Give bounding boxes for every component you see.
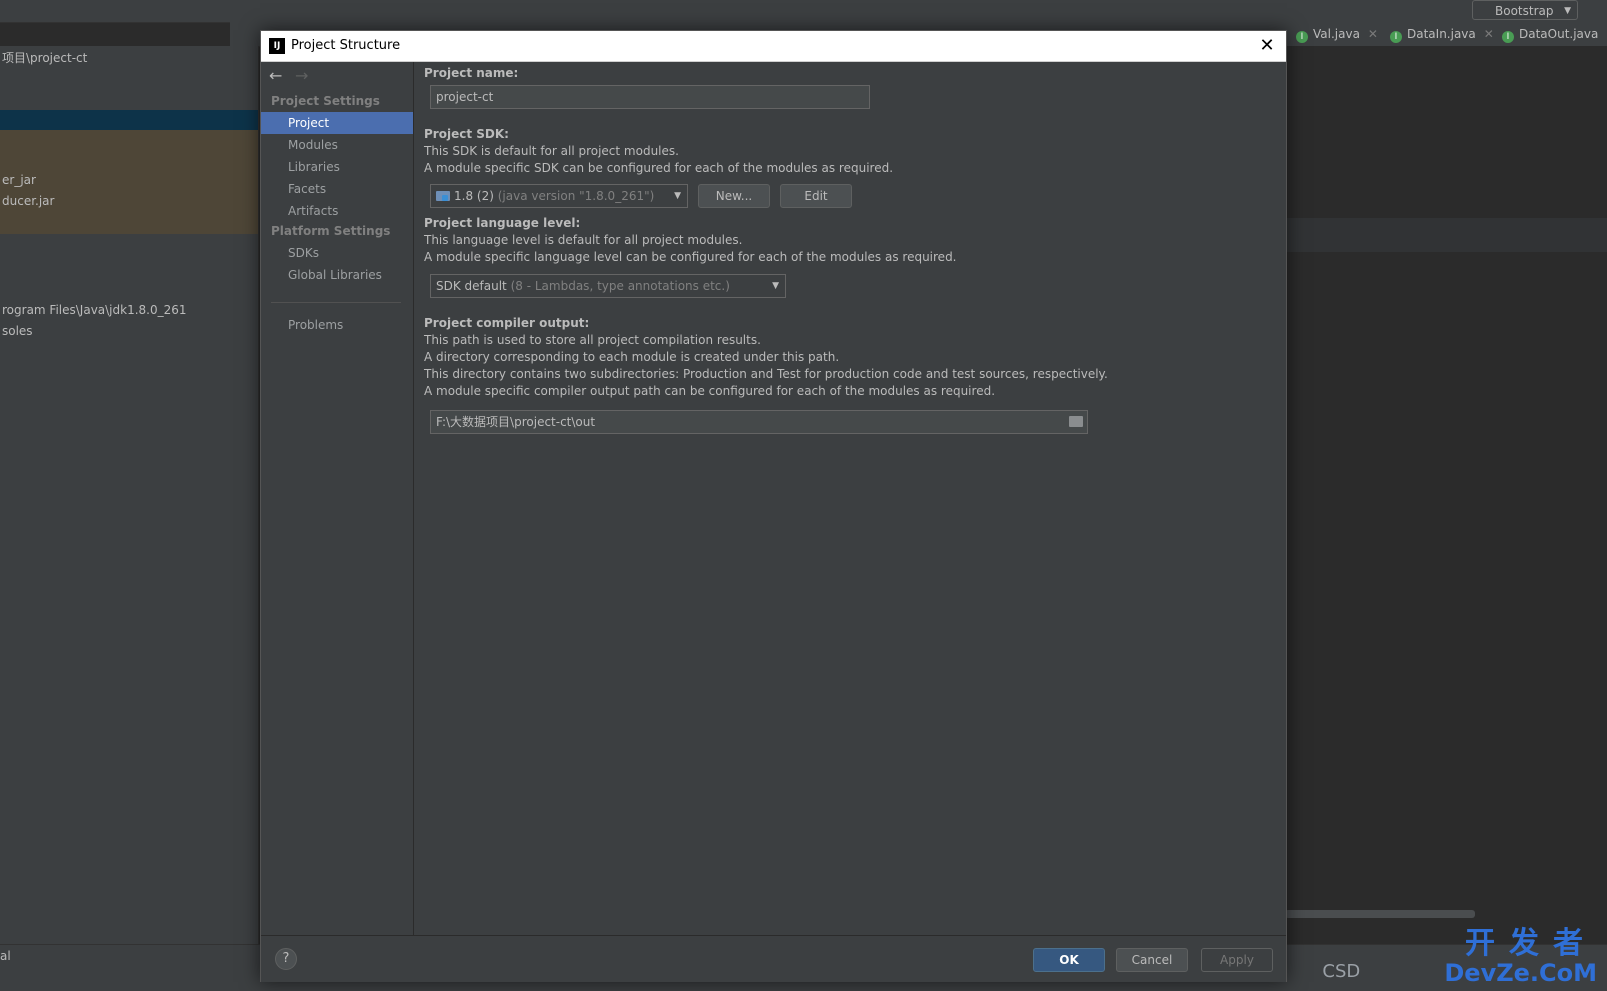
nav-arrows: ← → [269,66,321,85]
run-configuration-select[interactable]: Bootstrap ▼ [1472,0,1578,20]
tree-row[interactable]: 项目\project-ct [0,48,87,68]
editor-tab-dataout[interactable]: IDataOut.java✕ [1502,22,1607,46]
chevron-down-icon: ▼ [674,191,681,201]
help-button[interactable]: ? [275,948,297,970]
tab-label: DataIn.java [1407,27,1476,41]
close-icon[interactable]: ✕ [1484,27,1494,41]
chevron-down-icon: ▼ [1564,6,1571,16]
browse-folder-icon[interactable] [1069,416,1083,427]
settings-sidebar: ← → Project Settings Project Modules Libr… [261,62,414,935]
apply-button[interactable]: Apply [1201,948,1273,972]
sidebar-item-modules[interactable]: Modules [261,134,413,156]
ide-toolbar: Bootstrap ▼ [0,0,1607,23]
sidebar-item-project[interactable]: Project [261,112,413,134]
project-settings-header: Project Settings [271,94,380,108]
tree-row[interactable]: rogram Files\Java\jdk1.8.0_261 [0,300,187,320]
language-level-detail: (8 - Lambdas, type annotations etc.) [510,279,730,293]
sidebar-item-sdks[interactable]: SDKs [261,242,413,264]
sidebar-item-libraries[interactable]: Libraries [261,156,413,178]
tree-row[interactable]: soles [0,321,33,341]
sdk-new-button[interactable]: New... [698,184,770,208]
intellij-logo-icon: IJ [269,38,285,54]
editor-highlight-band [1285,218,1607,252]
language-level-description-1: This language level is default for all p… [424,233,743,247]
compiler-output-description-1: This path is used to store all project c… [424,333,761,347]
sdk-selected-detail: (java version "1.8.0_261") [497,189,655,203]
forward-arrow-icon[interactable]: → [295,66,321,85]
tree-row[interactable]: er_jar [0,170,36,190]
close-button[interactable]: ✕ [1252,31,1282,61]
sdk-description-2: A module specific SDK can be configured … [424,161,894,175]
tab-label: DataOut.java [1519,27,1599,41]
project-settings-panel: Project name: project-ct Project SDK: Th… [414,62,1286,935]
sidebar-divider [271,302,401,303]
watermark-cn: 开发者 [1465,926,1597,961]
project-sdk-label: Project SDK: [424,127,509,141]
java-class-icon: I [1390,31,1402,43]
sidebar-item-global-libraries[interactable]: Global Libraries [261,264,413,286]
compiler-output-path: F:\大数据项目\project-ct\out [436,415,596,429]
watermark-en: DevZe.CoM [1444,959,1597,987]
tab-label: Val.java [1313,27,1360,41]
project-structure-dialog: IJ Project Structure ✕ ← → Project Settin… [260,30,1287,982]
project-name-input[interactable]: project-ct [430,85,870,109]
dialog-footer: ? OK Cancel Apply [261,935,1286,982]
horizontal-scrollbar[interactable] [1285,910,1475,918]
sdk-folder-icon [436,191,450,201]
java-class-icon: I [1296,31,1308,43]
sidebar-item-problems[interactable]: Problems [261,314,413,336]
csdn-watermark: CSD [1322,961,1361,982]
editor-tab-datain[interactable]: I DataIn.java ✕ [1390,22,1494,46]
watermark: CSD 开发者 DevZe.CoM [1322,926,1597,987]
run-config-label: Bootstrap [1495,4,1554,18]
editor-tab-val[interactable]: I Val.java ✕ [1296,22,1378,46]
compiler-output-description-3: This directory contains two subdirectori… [424,367,1108,381]
dialog-title: Project Structure [291,38,401,53]
close-icon[interactable]: ✕ [1368,27,1378,41]
back-arrow-icon[interactable]: ← [269,66,295,85]
ide-project-panel: 项目\project-ct er_jar ducer.jar rogram Fi… [0,46,259,946]
platform-settings-header: Platform Settings [271,224,391,238]
language-level-value: SDK default [436,279,507,293]
language-level-description-2: A module specific language level can be … [424,250,957,264]
tree-highlight [0,130,258,234]
sdk-description-1: This SDK is default for all project modu… [424,144,679,158]
sdk-select[interactable]: 1.8 (2) (java version "1.8.0_261") ▼ [430,184,688,208]
sdk-selected-value: 1.8 (2) [454,189,494,203]
compiler-output-description-4: A module specific compiler output path c… [424,384,996,398]
java-class-icon: I [1502,31,1514,43]
sidebar-item-facets[interactable]: Facets [261,178,413,200]
tree-selection [0,110,258,130]
language-level-label: Project language level: [424,216,581,230]
sdk-edit-button[interactable]: Edit [780,184,852,208]
ide-editor-area [1285,46,1607,936]
compiler-output-input[interactable]: F:\大数据项目\project-ct\out [430,410,1088,434]
status-text: al [0,949,11,963]
dialog-titlebar[interactable]: IJ Project Structure ✕ [261,31,1286,62]
language-level-select[interactable]: SDK default (8 - Lambdas, type annotatio… [430,274,786,298]
cancel-button[interactable]: Cancel [1116,948,1188,972]
sidebar-item-artifacts[interactable]: Artifacts [261,200,413,222]
ok-button[interactable]: OK [1033,948,1105,972]
project-name-label: Project name: [424,66,519,80]
tree-row[interactable]: ducer.jar [0,191,54,211]
compiler-output-description-2: A directory corresponding to each module… [424,350,840,364]
compiler-output-label: Project compiler output: [424,316,590,330]
chevron-down-icon: ▼ [772,281,779,291]
